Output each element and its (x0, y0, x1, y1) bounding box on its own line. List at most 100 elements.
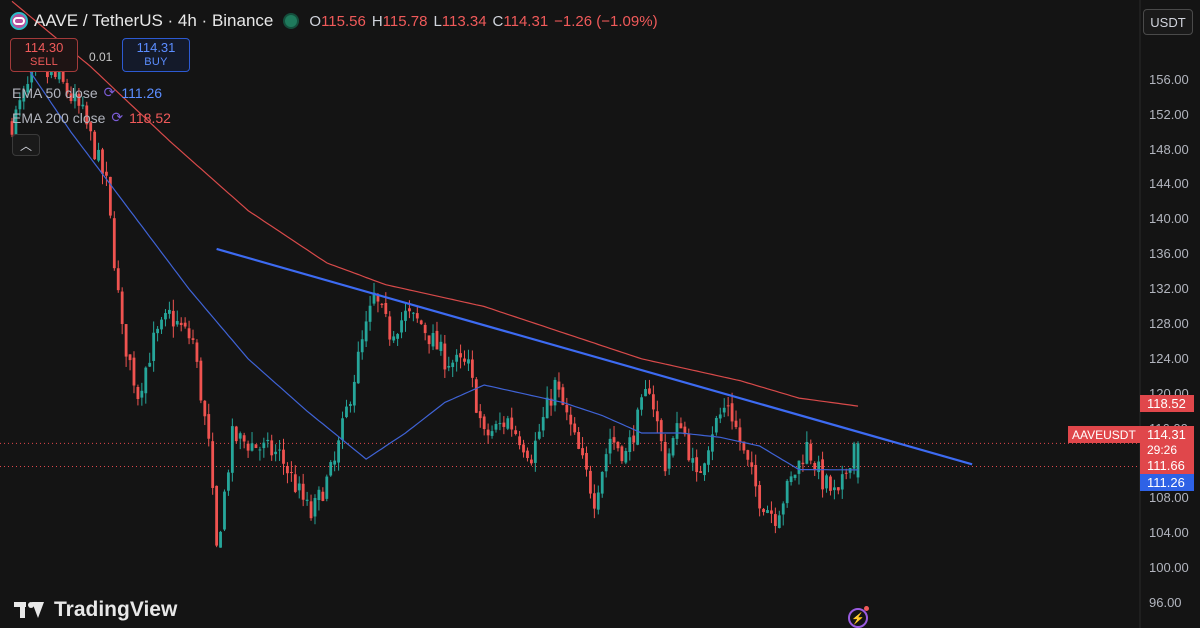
buy-button[interactable]: 114.31 BUY (122, 38, 190, 72)
indicator-settings-icon[interactable]: ⟳ (104, 84, 116, 101)
bolt-icon[interactable]: ⚡ (848, 608, 868, 628)
candle-body (313, 498, 317, 517)
candle-body (671, 438, 675, 456)
candle-body (687, 433, 691, 461)
candle-body (746, 450, 750, 460)
indicator-settings-icon[interactable]: ⟳ (111, 109, 123, 126)
chevron-up-icon: ︿ (19, 138, 32, 153)
candle-body (317, 489, 321, 501)
candle-body (152, 332, 156, 361)
candle-body (333, 460, 337, 465)
candle-body (762, 508, 765, 513)
candle-body (577, 432, 581, 449)
candle-body (97, 149, 100, 161)
candle-body (431, 333, 435, 347)
candle-body (695, 457, 699, 473)
ohlc-high-key: H (371, 12, 383, 30)
indicator-name: EMA 200 close (12, 109, 106, 126)
ohlc-high-value: 115.78 (382, 12, 428, 30)
candle-body (223, 491, 226, 530)
indicator-name: EMA 50 close (12, 84, 98, 101)
candle-body (266, 439, 270, 442)
candle-body (156, 328, 159, 334)
candle-body (175, 320, 179, 325)
symbol-title[interactable]: AAVE / TetherUS · 4h · Binance (34, 11, 273, 31)
candle-body (707, 450, 710, 465)
candle-body (439, 341, 443, 351)
candle-body (836, 487, 840, 491)
indicator-ema50[interactable]: EMA 50 close ⟳ 111.26 (12, 84, 162, 101)
candle-body (18, 100, 22, 110)
candle-body (459, 353, 462, 358)
candle-body (179, 322, 183, 326)
candle-body (230, 426, 234, 473)
candle-body (797, 460, 801, 474)
ema200-price-tag: 118.52 (1140, 395, 1194, 412)
candle-body (337, 440, 340, 463)
candle-body (238, 433, 242, 439)
candle-body (470, 359, 474, 378)
candle-body (356, 351, 360, 384)
candle-body (274, 451, 278, 455)
currency-selector[interactable]: USDT (1143, 9, 1193, 35)
candle-body (144, 367, 148, 394)
y-tick-label: 96.00 (1149, 595, 1182, 610)
candle-body (533, 440, 537, 463)
candle-body (270, 440, 274, 456)
candle-countdown: 29:26 (1140, 443, 1194, 457)
ohlc-change: −1.26 (−1.09%) (554, 12, 658, 30)
candle-body (726, 405, 730, 407)
price-chart[interactable] (0, 0, 1200, 628)
candle-body (415, 313, 419, 319)
candle-body (183, 322, 187, 327)
sell-button[interactable]: 114.30 SELL (10, 38, 78, 72)
candle-body (105, 171, 108, 176)
candle-body (234, 426, 238, 442)
candle-body (478, 411, 482, 419)
candle-body (600, 471, 604, 494)
candle-body (821, 459, 824, 490)
candle-body (730, 403, 734, 422)
candle-body (309, 501, 313, 519)
candle-body (734, 420, 738, 428)
candle-body (801, 462, 805, 465)
candle-body (592, 493, 596, 509)
candle-body (616, 441, 620, 449)
indicator-ema200[interactable]: EMA 200 close ⟳ 118.52 (12, 109, 171, 126)
candle-body (612, 437, 616, 443)
candle-body (518, 436, 521, 446)
candle-body (81, 104, 85, 107)
tradingview-brand[interactable]: TradingView (14, 598, 177, 622)
candle-body (840, 474, 844, 490)
sell-label: SELL (29, 56, 59, 68)
candle-body (738, 427, 742, 443)
candle-body (773, 514, 777, 526)
candle-body (766, 510, 769, 514)
candle-body (101, 149, 104, 174)
candle-body (400, 320, 403, 333)
candle-body (636, 409, 640, 445)
candle-body (286, 465, 289, 474)
candle-body (663, 441, 667, 472)
candle-body (305, 499, 309, 501)
candle-body (667, 453, 671, 469)
candle-body (423, 324, 427, 334)
candle-body (608, 438, 612, 454)
candle-body (443, 343, 447, 370)
candle-body (596, 492, 600, 510)
candle-body (506, 418, 510, 429)
candle-body (474, 379, 478, 413)
candle-body (581, 448, 584, 456)
candle-body (93, 131, 97, 160)
candle-body (120, 291, 124, 325)
candle-body (482, 416, 486, 430)
collapse-indicators-button[interactable]: ︿ (12, 134, 40, 156)
tradingview-logo-icon (14, 600, 46, 620)
candle-body (829, 476, 832, 491)
candle-body (648, 388, 651, 394)
candle-body (435, 330, 439, 350)
candle-body (49, 71, 53, 76)
ohlc-open-value: 115.56 (321, 12, 366, 30)
y-tick-label: 132.00 (1149, 281, 1189, 297)
y-tick-label: 144.00 (1149, 176, 1189, 192)
